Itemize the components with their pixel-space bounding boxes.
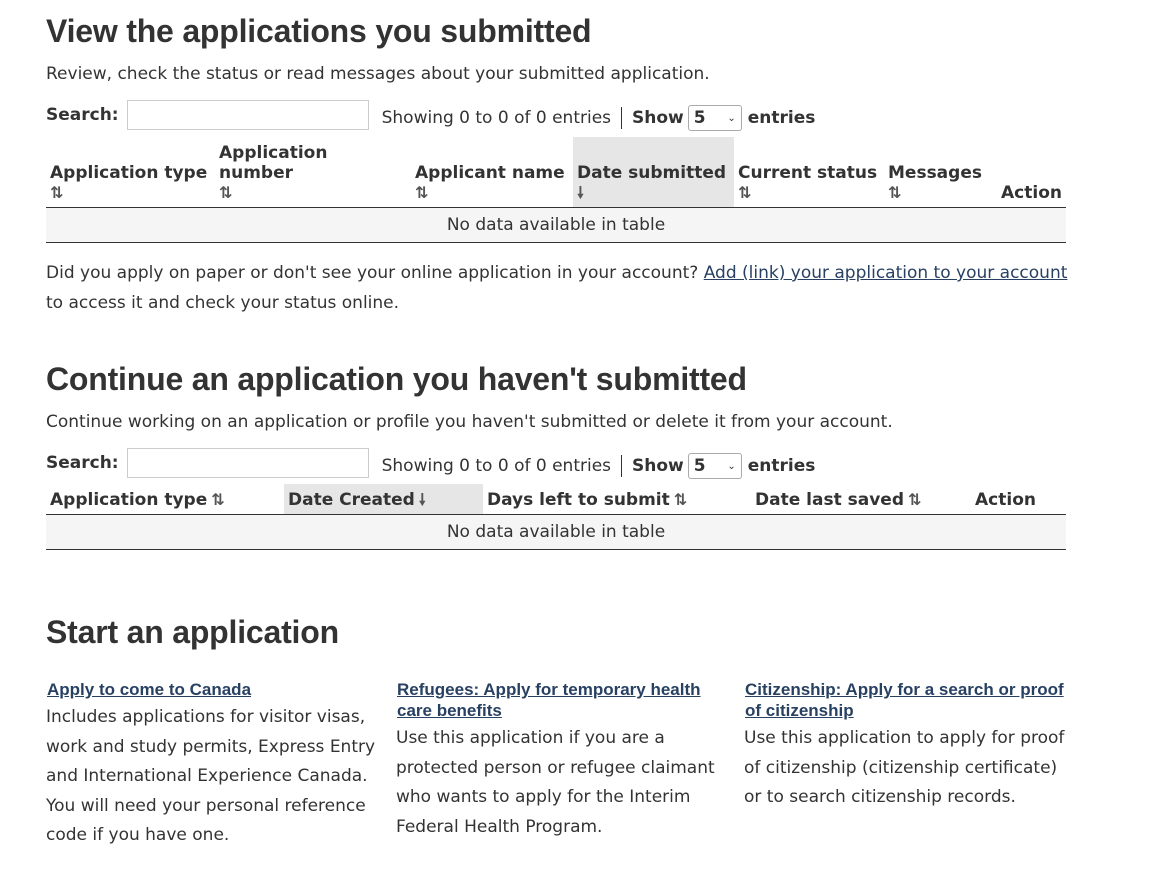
paper-note-text-after: to access it and check your status onlin… xyxy=(46,293,400,313)
column-date-submitted[interactable]: Date submitted 🠗 xyxy=(573,137,734,208)
refugee-health-link[interactable]: Refugees: Apply for temporary health car… xyxy=(397,679,726,721)
page-size-select[interactable]: 5 ⌄ xyxy=(687,105,742,131)
column-date-created[interactable]: Date Created 🠗 xyxy=(284,484,483,515)
column-label: Application type xyxy=(50,163,208,183)
column-action: Action xyxy=(985,137,1066,208)
column-application-number[interactable]: Application number ⇅ xyxy=(215,137,411,208)
entries-info: Showing 0 to 0 of 0 entries xyxy=(381,108,612,128)
page-size-value: 5 xyxy=(693,456,706,476)
show-label: Show xyxy=(632,108,684,128)
chevron-down-icon: ⌄ xyxy=(727,112,736,124)
column-date-last-saved[interactable]: Date last saved ⇅ xyxy=(751,484,971,515)
column-label: Days left to submit xyxy=(487,490,670,510)
entries-info: Showing 0 to 0 of 0 entries xyxy=(381,456,612,476)
card-description: Includes applications for visitor visas,… xyxy=(46,707,376,846)
empty-table-message: No data available in table xyxy=(46,207,1066,243)
start-heading: Start an application xyxy=(46,614,339,650)
table-row: No data available in table xyxy=(46,514,1066,550)
column-applicant-name[interactable]: Applicant name ⇅ xyxy=(411,137,573,208)
column-label: Applicant name xyxy=(415,163,565,183)
column-current-status[interactable]: Current status ⇅ xyxy=(734,137,884,208)
card-description: Use this application if you are a protec… xyxy=(396,728,715,837)
show-label: Show xyxy=(632,456,684,476)
column-label: Date last saved xyxy=(755,490,904,510)
sort-both-icon: ⇅ xyxy=(673,490,688,509)
entries-label: entries xyxy=(747,108,816,128)
sort-both-icon: ⇅ xyxy=(738,183,752,202)
column-label: Date Created xyxy=(288,490,415,510)
divider xyxy=(621,455,623,477)
citizenship-proof-link[interactable]: Citizenship: Apply for a search or proof… xyxy=(745,679,1074,721)
card-apply-to-canada: Apply to come to Canada Includes applica… xyxy=(46,676,376,851)
continue-table-controls: Search: Showing 0 to 0 of 0 entries Show… xyxy=(46,446,946,480)
column-messages[interactable]: Messages ⇅ xyxy=(884,137,986,208)
column-action: Action xyxy=(971,484,1066,515)
submitted-lead: Review, check the status or read message… xyxy=(46,64,710,84)
card-description: Use this application to apply for proof … xyxy=(744,728,1065,808)
card-citizenship-proof: Citizenship: Apply for a search or proof… xyxy=(744,676,1074,813)
empty-table-message: No data available in table xyxy=(46,514,1066,550)
submitted-applications-table: Application type ⇅ Application number ⇅ … xyxy=(46,137,1066,243)
sort-both-icon: ⇅ xyxy=(219,183,233,202)
sort-both-icon: ⇅ xyxy=(211,490,225,509)
column-label: Date submitted xyxy=(577,163,727,183)
sort-both-icon: ⇅ xyxy=(908,490,922,509)
search-label: Search: xyxy=(46,453,119,473)
sort-down-icon: 🠗 xyxy=(418,490,426,509)
apply-to-canada-link[interactable]: Apply to come to Canada xyxy=(47,679,376,700)
continue-lead: Continue working on an application or pr… xyxy=(46,412,893,432)
sort-both-icon: ⇅ xyxy=(50,183,64,202)
sort-both-icon: ⇅ xyxy=(415,183,429,202)
card-refugee-health: Refugees: Apply for temporary health car… xyxy=(396,676,726,842)
unsubmitted-applications-table: Application type ⇅ Date Created 🠗 Days lef… xyxy=(46,484,1066,550)
column-label: Current status xyxy=(738,163,878,183)
sort-both-icon: ⇅ xyxy=(888,183,902,202)
divider xyxy=(621,107,623,129)
continue-heading: Continue an application you haven't subm… xyxy=(46,361,747,397)
paper-application-note: Did you apply on paper or don't see your… xyxy=(46,258,1076,318)
submitted-search-input[interactable] xyxy=(126,100,369,130)
link-application-link[interactable]: Add (link) your application to your acco… xyxy=(704,263,1068,283)
column-application-type[interactable]: Application type ⇅ xyxy=(46,484,284,515)
page-size-value: 5 xyxy=(693,108,706,128)
submitted-table-controls: Search: Showing 0 to 0 of 0 entries Show… xyxy=(46,98,946,132)
continue-search-input[interactable] xyxy=(126,448,369,478)
column-application-type[interactable]: Application type ⇅ xyxy=(46,137,215,208)
column-label: Application type xyxy=(50,490,208,510)
chevron-down-icon: ⌄ xyxy=(727,460,736,472)
page-size-select[interactable]: 5 ⌄ xyxy=(687,453,742,479)
column-label: Messages xyxy=(888,163,982,183)
entries-label: entries xyxy=(747,456,816,476)
column-label: Application number xyxy=(219,143,328,183)
column-days-left[interactable]: Days left to submit ⇅ xyxy=(483,484,751,515)
sort-down-icon: 🠗 xyxy=(577,183,584,202)
table-row: No data available in table xyxy=(46,207,1066,243)
paper-note-text: Did you apply on paper or don't see your… xyxy=(46,263,699,283)
submitted-heading: View the applications you submitted xyxy=(46,13,592,49)
search-label: Search: xyxy=(46,105,119,125)
